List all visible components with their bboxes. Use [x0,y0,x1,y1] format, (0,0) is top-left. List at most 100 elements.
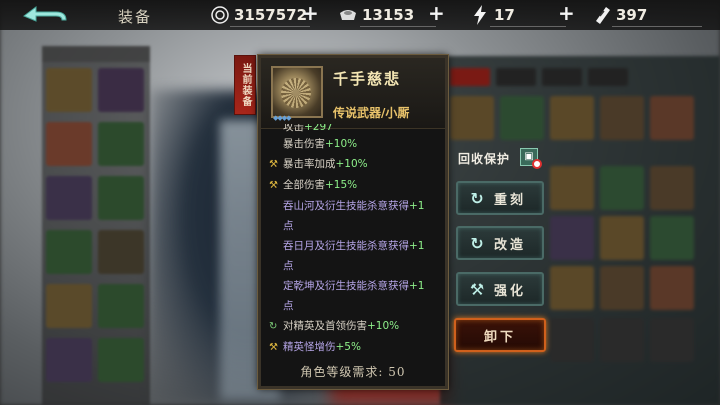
inventory-slot[interactable] [600,96,644,140]
recycle-protect-toggle[interactable]: ▣ [520,148,542,169]
hammer-icon: ⚒ [469,279,485,299]
hammer-icon: ⚒ [269,342,278,353]
equip-slot[interactable] [98,230,144,274]
inventory-slot[interactable] [450,96,494,140]
back-arrow-icon [23,6,67,22]
energy-underline [490,26,566,27]
resource-silver: 13153 [338,4,414,26]
coin-value: 3157572 [234,6,308,24]
recycle-protect-label: 回收保护 [458,152,511,166]
stat-name: 点 [283,260,294,272]
stat-row: 攻击+297 [269,124,439,134]
item-type: 传说武器/小厮 [333,106,410,120]
ticket-underline [612,26,702,27]
stat-name: 点 [283,220,294,232]
weapon-icon [271,66,323,118]
equip-slot[interactable] [46,230,92,274]
inventory-slot[interactable] [550,96,594,140]
top-bar: 装备 3157572 + 13153 + 17 + 397 [0,0,720,30]
coin-underline [230,26,310,27]
inventory-slot[interactable] [650,96,694,140]
reforge-label: 重刻 [494,192,527,208]
inventory-slot[interactable] [650,266,694,310]
stat-name: 暴击率加成 [283,158,336,170]
reforge-button[interactable]: ↻ 重刻 [456,181,544,215]
stat-value: +5% [335,341,361,353]
stat-name: 吞日月及衍生技能杀意获得 [283,240,409,252]
stat-name: 定乾坤及衍生技能杀意获得 [283,280,409,292]
inventory-slot[interactable] [650,216,694,260]
unequip-button[interactable]: 卸下 [454,318,546,352]
equip-slot[interactable] [46,122,92,166]
inventory-tab[interactable] [450,68,490,86]
stat-row: 吞日月及衍生技能杀意获得+1 [269,236,439,256]
ticket-value: 397 [616,6,648,24]
item-header: ◆◆◆◆ 千手慈悲 传说武器/小厮 [261,58,445,129]
ticket-icon [592,5,612,25]
lightning-icon [470,5,490,25]
equip-slot[interactable] [98,68,144,112]
stat-row: 点 [269,296,439,316]
inventory-slot[interactable] [600,166,644,210]
plus-icon: + [302,1,319,25]
equipment-slots-panel [42,46,150,405]
level-requirement: 角色等级需求: 50 [300,365,406,379]
hammer-icon: ⚒ [269,159,278,170]
stat-row: 吞山河及衍生技能杀意获得+1 [269,196,439,216]
resource-energy: 17 [470,4,515,26]
inventory-tab[interactable] [588,68,628,86]
inventory-slot[interactable] [500,96,544,140]
equip-slot[interactable] [98,338,144,382]
enhance-label: 强化 [494,283,527,299]
inventory-slot[interactable] [600,216,644,260]
inventory-slot[interactable] [650,166,694,210]
equip-slot[interactable] [46,68,92,112]
current-equipment-tag: 当前装备 [234,55,256,115]
stat-name: 暴击伤害 [283,138,325,150]
stat-value: +1 [409,280,425,292]
inventory-slot[interactable] [650,318,694,362]
inventory-tab[interactable] [542,68,582,86]
inventory-slot[interactable] [550,266,594,310]
inventory-tab[interactable] [496,68,536,86]
inventory-slot[interactable] [600,318,644,362]
hammer-icon: ⚒ [269,180,278,191]
stat-row: ↻ 对精英及首领伤害+10% [269,316,439,337]
enhance-button[interactable]: ⚒ 强化 [456,272,544,306]
energy-value: 17 [494,6,515,24]
item-detail-popup: ◆◆◆◆ 千手慈悲 传说武器/小厮 攻击+297 暴击伤害+10% ⚒ 暴击率加成+1… [258,55,448,389]
equip-slot[interactable] [46,284,92,328]
equip-slot[interactable] [46,338,92,382]
equip-slot[interactable] [46,176,92,220]
plus-icon: + [428,1,445,25]
modify-label: 改造 [494,237,527,253]
inventory-slot[interactable] [600,266,644,310]
refresh-icon: ↻ [470,188,484,208]
inventory-slot[interactable] [550,318,594,362]
stat-name: 全部伤害 [283,179,325,191]
inventory-slot[interactable] [550,216,594,260]
stat-value: +1 [409,240,425,252]
equip-slot[interactable] [98,122,144,166]
resource-coin: 3157572 [210,4,307,26]
equip-slot[interactable] [98,176,144,220]
back-button[interactable] [22,5,72,27]
stat-row: ⚒ 精英怪增伤+5% [269,337,439,358]
modify-button[interactable]: ↻ 改造 [456,226,544,260]
coin-icon [210,5,230,25]
stat-row: 点 [269,256,439,276]
page-title: 装备 [118,8,153,26]
stat-value: +10% [325,138,358,150]
plus-icon: + [558,1,575,25]
silver-underline [360,26,436,27]
refresh-icon: ↻ [269,321,278,332]
stat-row: 点 [269,216,439,236]
silver-ingot-icon [338,5,358,25]
item-stats-list[interactable]: 攻击+297 暴击伤害+10% ⚒ 暴击率加成+10% ⚒ 全部伤害+15% 吞山河及衍生技… [269,124,439,360]
stat-row: 暴击伤害+10% [269,134,439,154]
stat-row: 定乾坤及衍生技能杀意获得+1 [269,276,439,296]
inventory-slot[interactable] [550,166,594,210]
equip-slot[interactable] [98,284,144,328]
stat-value: +10% [367,320,400,332]
stat-name: 吞山河及衍生技能杀意获得 [283,200,409,212]
